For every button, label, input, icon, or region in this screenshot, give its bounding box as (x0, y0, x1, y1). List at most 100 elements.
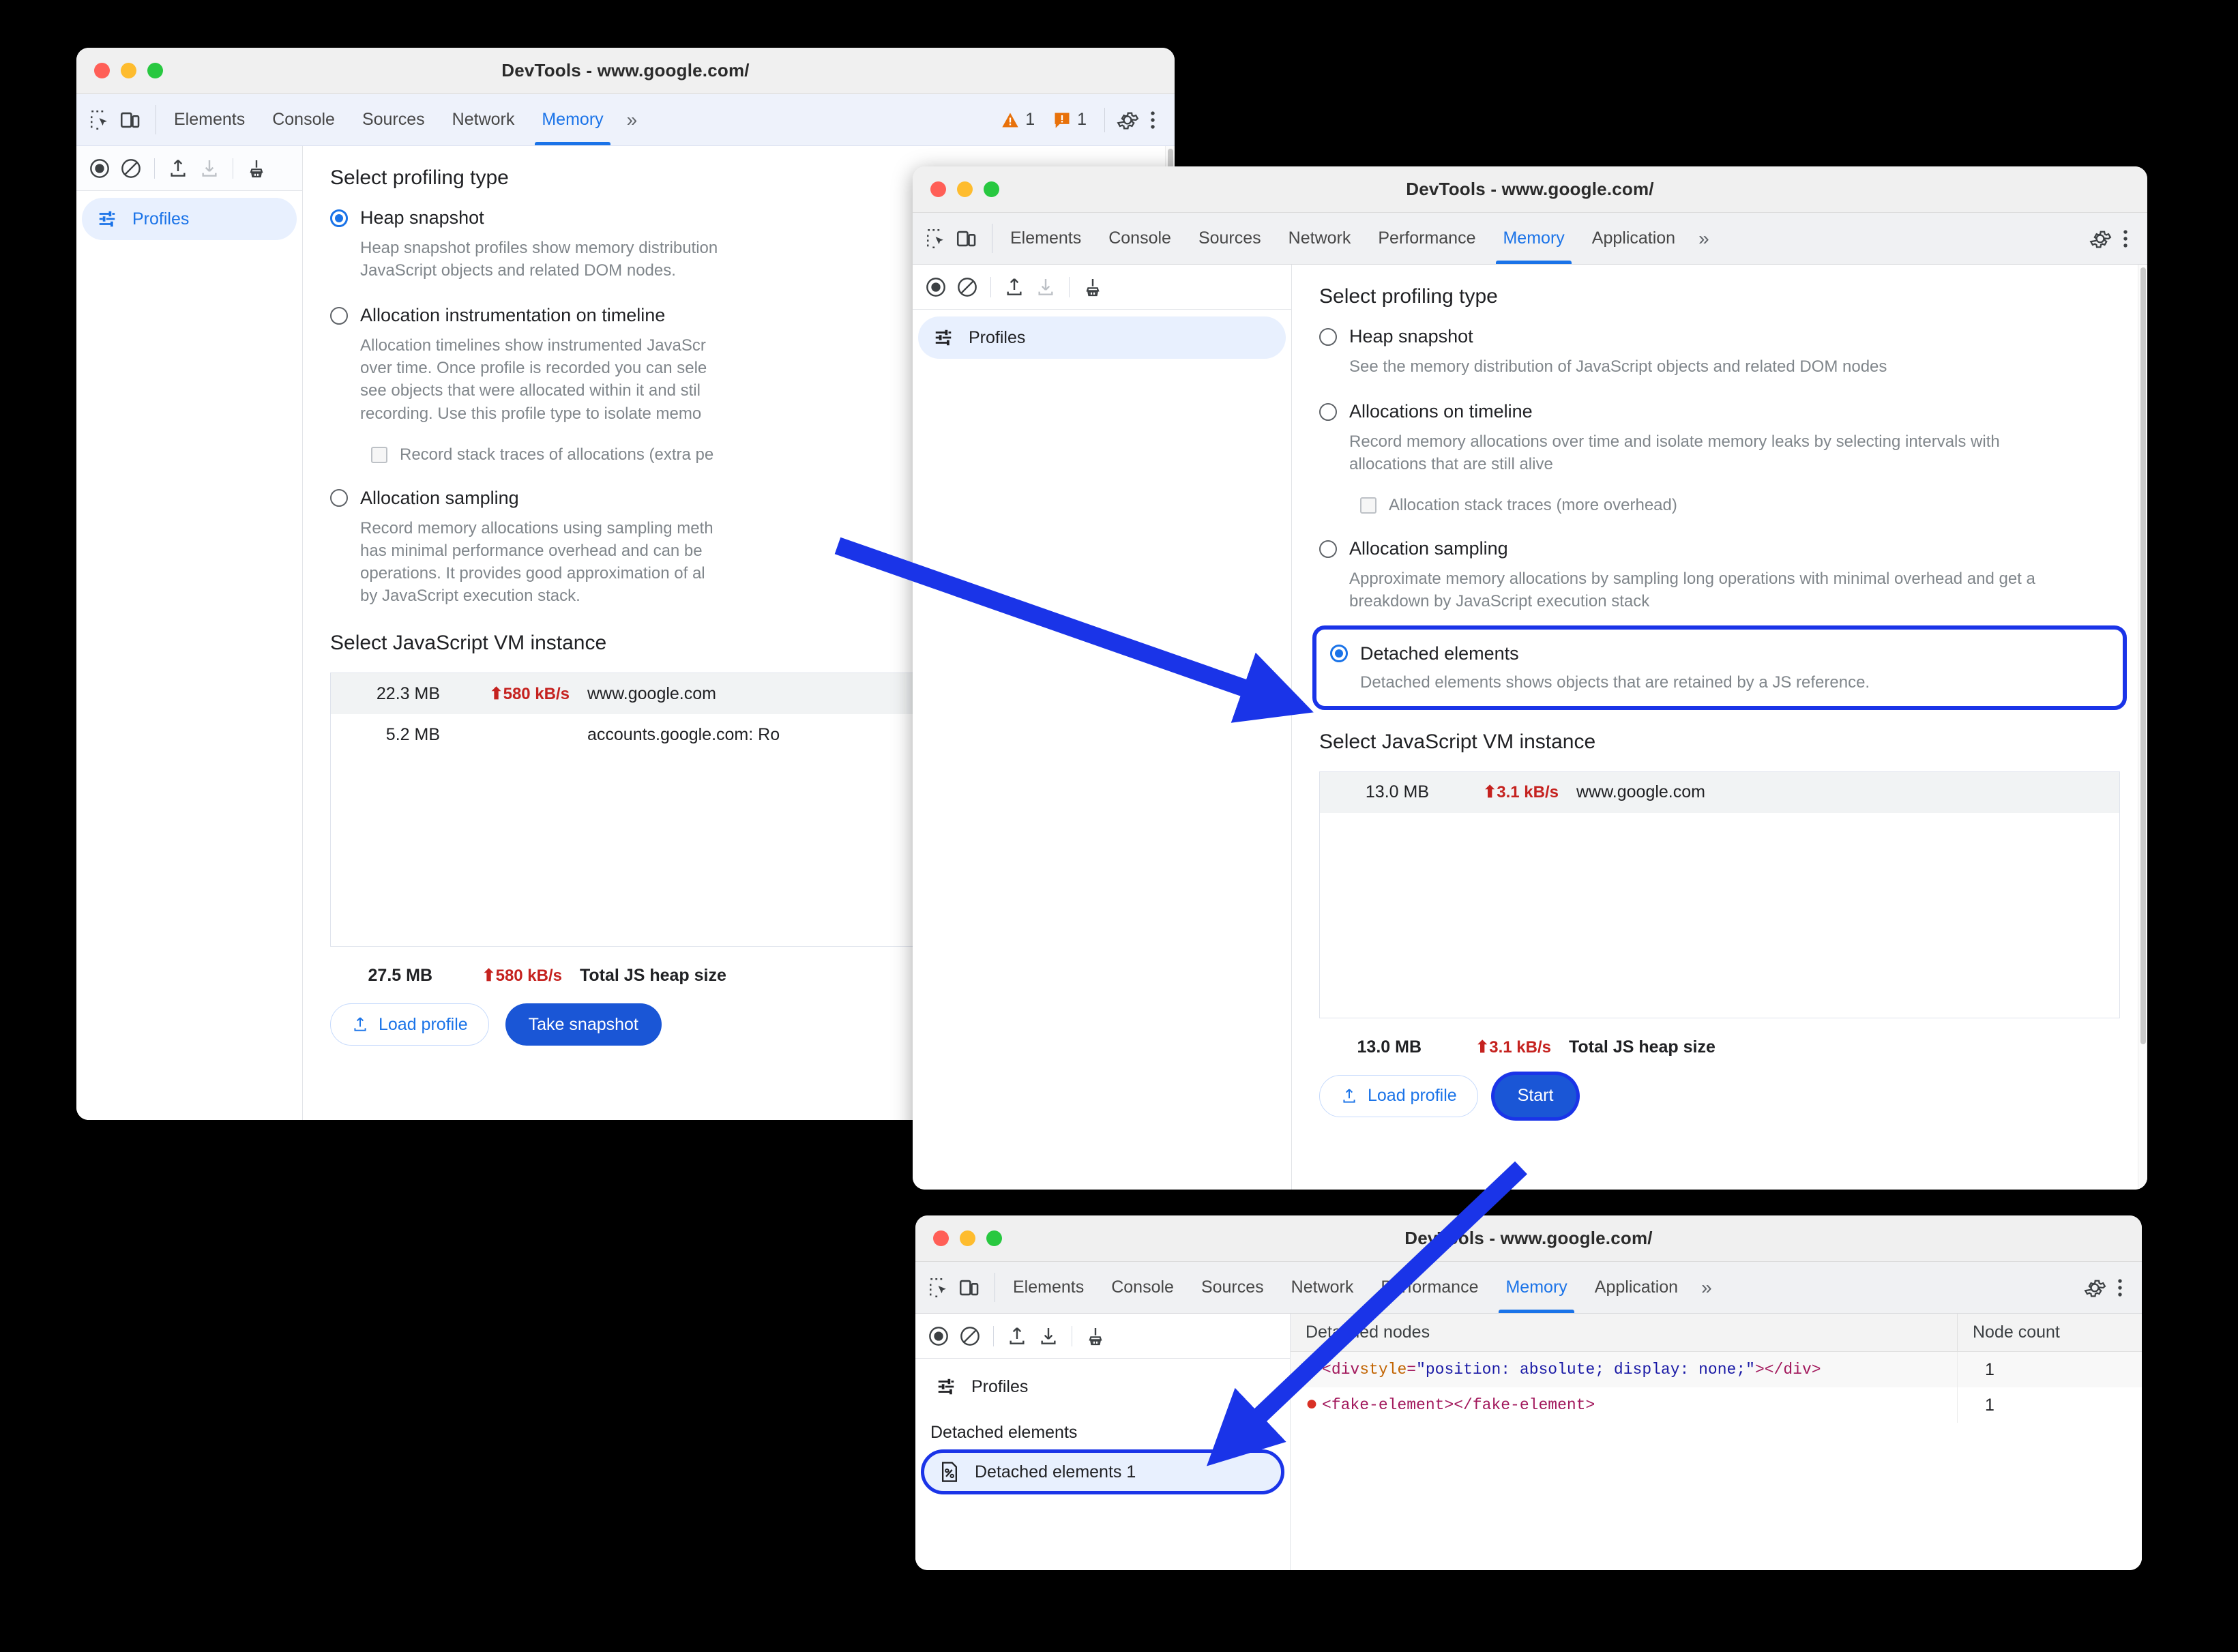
device-toolbar-icon[interactable] (119, 108, 142, 132)
broom-icon[interactable] (1082, 276, 1104, 298)
checkbox-indicator[interactable] (1360, 497, 1376, 514)
window-titlebar[interactable]: DevTools - www.google.com/ (915, 1215, 2142, 1262)
checkbox-indicator[interactable] (371, 446, 387, 463)
gear-icon[interactable] (1116, 108, 1139, 132)
tab-elements[interactable]: Elements (999, 1262, 1098, 1313)
record-icon[interactable] (925, 276, 947, 298)
sidebar-item-profiles[interactable]: Profiles (82, 198, 297, 240)
sidebar-item-label: Detached elements 1 (975, 1462, 1136, 1481)
warning-counter[interactable]: 1 (994, 110, 1042, 130)
tab-sources[interactable]: Sources (349, 94, 439, 145)
clear-icon[interactable] (120, 158, 142, 179)
upload-icon (351, 1016, 369, 1033)
more-tabs-chevron-icon[interactable]: » (1689, 213, 1719, 264)
kebab-menu-icon[interactable] (1143, 108, 1162, 132)
radio-indicator[interactable] (330, 489, 348, 507)
tab-performance[interactable]: Performance (1364, 213, 1489, 264)
memory-toolbar[interactable] (913, 265, 1291, 310)
download-icon (1035, 276, 1057, 298)
tab-console[interactable]: Console (259, 94, 349, 145)
tab-memory[interactable]: Memory (1492, 1262, 1580, 1313)
window-body: Profiles Select profiling type Heap snap… (913, 265, 2147, 1190)
main-scrollbar[interactable] (2138, 265, 2147, 1190)
radio-heap-snapshot[interactable]: Heap snapshot (1319, 326, 2120, 347)
device-toolbar-icon[interactable] (955, 227, 978, 250)
memory-toolbar[interactable] (915, 1314, 1290, 1359)
tab-elements[interactable]: Elements (160, 94, 259, 145)
record-icon[interactable] (89, 158, 111, 179)
upload-icon[interactable] (1006, 1325, 1028, 1347)
download-icon[interactable] (1037, 1325, 1059, 1347)
tab-console[interactable]: Console (1098, 1262, 1188, 1313)
upload-icon[interactable] (1003, 276, 1025, 298)
take-snapshot-button[interactable]: Take snapshot (505, 1003, 662, 1046)
error-counter[interactable]: 1 (1046, 110, 1093, 130)
tab-network[interactable]: Network (1275, 213, 1365, 264)
devtools-window-2[interactable]: DevTools - www.google.com/ Elements Cons… (913, 166, 2147, 1190)
inspect-element-icon[interactable] (925, 227, 948, 250)
panel-tabs[interactable]: Elements Console Sources Network Perform… (997, 213, 1719, 264)
tab-memory[interactable]: Memory (528, 94, 617, 145)
tab-network[interactable]: Network (1278, 1262, 1368, 1313)
radio-allocations-on-timeline[interactable]: Allocations on timeline (1319, 401, 2120, 422)
start-button[interactable]: Start (1494, 1074, 1577, 1117)
window-titlebar[interactable]: DevTools - www.google.com/ (76, 48, 1175, 94)
kebab-menu-icon[interactable] (2116, 227, 2135, 250)
broom-icon[interactable] (246, 158, 267, 179)
tab-performance[interactable]: Performance (1367, 1262, 1492, 1313)
clear-icon[interactable] (956, 276, 978, 298)
panel-tabs[interactable]: Elements Console Sources Network Perform… (999, 1262, 1722, 1313)
broom-icon[interactable] (1085, 1325, 1106, 1347)
tab-network[interactable]: Network (439, 94, 529, 145)
sidebar-item-profiles[interactable]: Profiles (918, 316, 1286, 359)
scrollbar-thumb[interactable] (2140, 267, 2146, 1045)
tab-console[interactable]: Console (1095, 213, 1185, 264)
devtools-tabstrip[interactable]: Elements Console Sources Network Perform… (915, 1262, 2142, 1314)
radio-indicator[interactable] (1319, 327, 1337, 346)
tab-sources[interactable]: Sources (1188, 1262, 1278, 1313)
tab-application[interactable]: Application (1581, 1262, 1692, 1313)
tab-application[interactable]: Application (1578, 213, 1689, 264)
vm-instance-list[interactable]: 13.0 MB ⬆3.1 kB/s www.google.com (1319, 771, 2120, 1018)
sidebar-item-profiles[interactable]: Profiles (921, 1366, 1284, 1408)
tab-memory[interactable]: Memory (1489, 213, 1578, 264)
table-row[interactable]: ● <fake-element></fake-element> 1 (1291, 1387, 2142, 1423)
upload-icon[interactable] (167, 158, 189, 179)
vm-instance-row[interactable]: 13.0 MB ⬆3.1 kB/s www.google.com (1320, 771, 2119, 813)
devtools-tabstrip[interactable]: Elements Console Sources Network Perform… (913, 213, 2147, 265)
radio-allocation-sampling[interactable]: Allocation sampling (1319, 538, 2120, 559)
clear-icon[interactable] (959, 1325, 981, 1347)
radio-indicator[interactable] (330, 209, 348, 227)
more-tabs-chevron-icon[interactable]: » (617, 94, 647, 145)
tab-elements[interactable]: Elements (997, 213, 1095, 264)
radio-detached-elements[interactable]: Detached elements (1330, 643, 2109, 664)
kebab-menu-icon[interactable] (2110, 1276, 2130, 1299)
panel-tabs[interactable]: Elements Console Sources Network Memory … (160, 94, 647, 145)
devtools-tabstrip[interactable]: Elements Console Sources Network Memory … (76, 94, 1175, 146)
column-header-node-count[interactable]: Node count (1958, 1314, 2142, 1351)
more-tabs-chevron-icon[interactable]: » (1692, 1262, 1722, 1313)
load-profile-button[interactable]: Load profile (330, 1003, 489, 1046)
gear-icon[interactable] (2083, 1276, 2106, 1299)
window-titlebar[interactable]: DevTools - www.google.com/ (913, 166, 2147, 213)
document-percent-icon (939, 1461, 960, 1483)
devtools-window-3[interactable]: DevTools - www.google.com/ Elements Cons… (915, 1215, 2142, 1570)
inspect-element-icon[interactable] (89, 108, 112, 132)
device-toolbar-icon[interactable] (958, 1276, 981, 1299)
gear-icon[interactable] (2089, 227, 2112, 250)
record-icon[interactable] (928, 1325, 949, 1347)
radio-indicator[interactable] (1319, 540, 1337, 558)
sidebar-item-detached-elements-1[interactable]: Detached elements 1 (921, 1449, 1284, 1494)
table-row[interactable]: ● <div style = "position: absolute; display… (1291, 1352, 2142, 1387)
window-title: DevTools - www.google.com/ (1404, 1228, 1653, 1248)
column-header-detached-nodes[interactable]: Detached nodes (1291, 1314, 1958, 1351)
load-profile-button[interactable]: Load profile (1319, 1074, 1478, 1117)
sliders-icon (97, 209, 117, 229)
checkbox-allocation-stack-traces[interactable]: Allocation stack traces (more overhead) (1360, 496, 2120, 515)
radio-indicator[interactable] (1319, 402, 1337, 421)
radio-indicator[interactable] (1330, 645, 1348, 663)
inspect-element-icon[interactable] (928, 1276, 951, 1299)
radio-indicator[interactable] (330, 306, 348, 325)
tab-sources[interactable]: Sources (1185, 213, 1275, 264)
memory-toolbar[interactable] (76, 146, 302, 191)
